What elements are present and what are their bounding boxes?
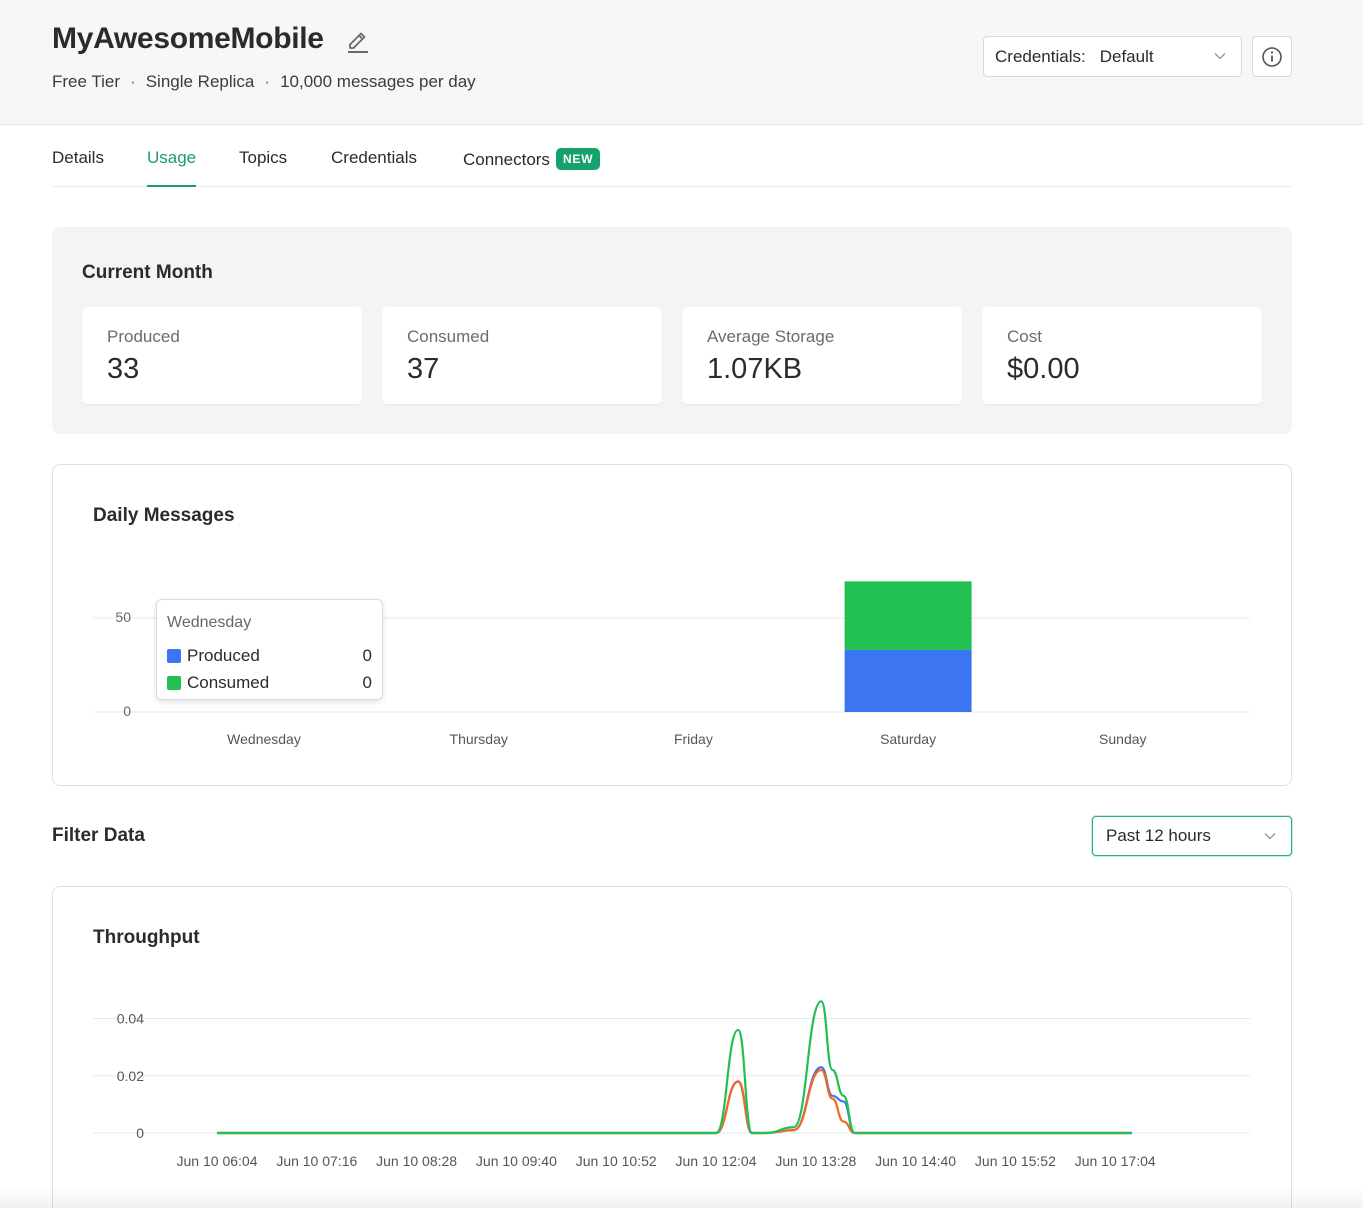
limit-text: 10,000 messages per day — [280, 72, 476, 91]
stat-card-cost: Cost $0.00 — [982, 307, 1262, 404]
tier-text: Free Tier — [52, 72, 121, 91]
info-icon — [1262, 46, 1282, 67]
stat-card-average-storage: Average Storage 1.07KB — [682, 307, 962, 404]
time-range-select[interactable]: Past 12 hours — [1092, 816, 1292, 856]
tooltip-row-produced: Produced 0 — [167, 646, 372, 666]
new-badge: NEW — [555, 148, 601, 170]
tab-details[interactable]: Details — [52, 148, 104, 187]
tooltip-value: 0 — [362, 646, 372, 665]
current-month-panel: Current Month Produced 33 Consumed 37 Av… — [52, 227, 1292, 434]
edit-pencil-icon[interactable] — [345, 28, 371, 54]
stat-value: $0.00 — [1007, 353, 1080, 385]
tab-connectors[interactable]: Connectors NEW — [463, 148, 601, 187]
replica-text: Single Replica — [145, 72, 255, 91]
time-range-value: Past 12 hours — [1106, 826, 1211, 845]
plan-summary: Free Tier · Single Replica · 10,000 mess… — [52, 72, 476, 92]
chevron-down-icon — [1214, 53, 1226, 60]
tooltip-row-consumed: Consumed 0 — [167, 673, 372, 693]
throughput-title: Throughput — [93, 927, 200, 948]
chevron-down-icon — [1264, 833, 1276, 840]
stat-value: 1.07KB — [707, 353, 803, 385]
daily-messages-title: Daily Messages — [93, 505, 235, 526]
info-button[interactable] — [1252, 36, 1292, 77]
credentials-label: Credentials: — [995, 46, 1086, 66]
tab-credentials[interactable]: Credentials — [331, 148, 417, 187]
stat-label: Average Storage — [707, 327, 835, 346]
credentials-value: Default — [1099, 46, 1154, 66]
chart-tooltip: Wednesday Produced 0 Consumed 0 — [156, 599, 383, 700]
separator-dot: · — [130, 72, 136, 91]
stat-card-produced: Produced 33 — [82, 307, 362, 404]
throughput-card: Throughput — [52, 886, 1292, 1208]
stat-card-consumed: Consumed 37 — [382, 307, 662, 404]
tooltip-title: Wednesday — [167, 614, 252, 631]
stat-value: 37 — [407, 353, 440, 385]
resource-header: MyAwesomeMobile Free Tier · Single Repli… — [0, 0, 1363, 125]
stat-label: Cost — [1007, 327, 1042, 346]
separator-dot: · — [264, 72, 271, 91]
tab-topics[interactable]: Topics — [239, 148, 287, 187]
stat-value: 33 — [107, 353, 140, 385]
tab-bar: Details Usage Topics Credentials Connect… — [52, 126, 1292, 187]
filter-data-title: Filter Data — [52, 825, 145, 846]
consumed-swatch — [167, 676, 181, 690]
page-title: MyAwesomeMobile — [52, 22, 324, 55]
tooltip-label: Produced — [187, 646, 260, 665]
tooltip-value: 0 — [362, 673, 372, 692]
tab-usage[interactable]: Usage — [147, 148, 197, 187]
current-month-title: Current Month — [82, 262, 213, 283]
stat-label: Consumed — [407, 327, 490, 346]
stat-label: Produced — [107, 327, 180, 346]
credentials-select[interactable]: Credentials: Default — [983, 36, 1242, 77]
tab-connectors-label: Connectors — [463, 150, 550, 169]
tooltip-label: Consumed — [187, 673, 270, 692]
produced-swatch — [167, 649, 181, 663]
